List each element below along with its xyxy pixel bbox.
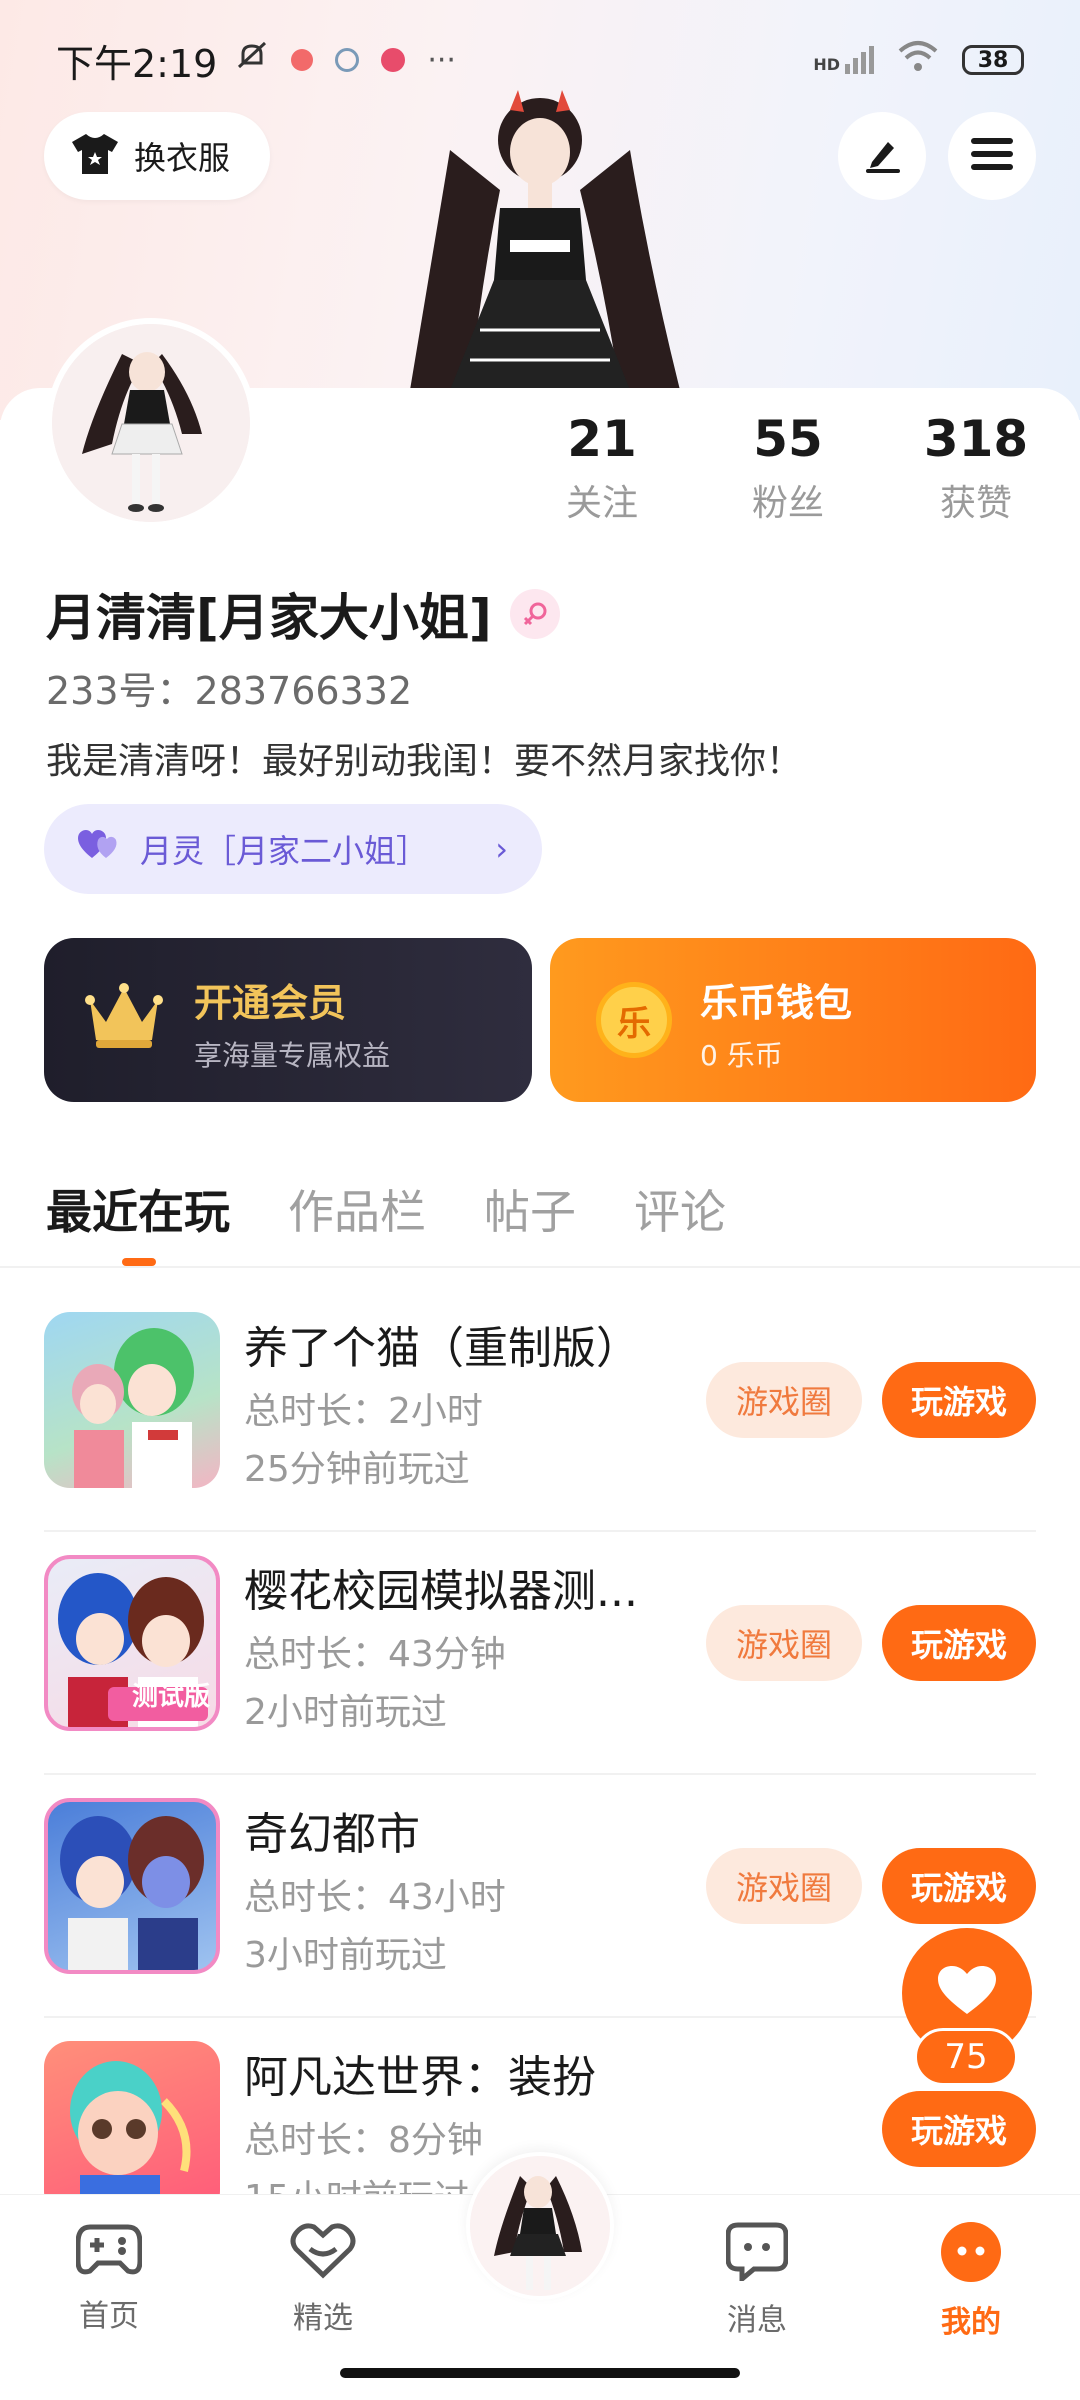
likes-label: 获赞: [939, 483, 1012, 524]
nickname: 月清清[月家大小姐]: [46, 589, 492, 647]
home-indicator: [340, 2368, 740, 2378]
vip-membership-card[interactable]: 开通会员 享海量专属权益: [44, 938, 532, 1102]
game-row[interactable]: 奇幻都市 总时长：43小时 3小时前玩过 游戏圈 玩游戏: [44, 1798, 1036, 2040]
center-avatar-button[interactable]: [466, 2152, 614, 2300]
nav-me-label: 我的: [941, 2305, 1001, 2340]
heart-pair-icon: [78, 830, 122, 868]
game-last-played: 3小时前玩过: [244, 1935, 447, 1976]
row-divider: [44, 1530, 1036, 1532]
change-outfit-label: 换衣服: [134, 139, 231, 177]
battery-icon: 38: [962, 45, 1024, 75]
wallet-balance: 0 乐币: [700, 1039, 783, 1072]
coin-wallet-card[interactable]: 乐 乐币钱包 0 乐币: [550, 938, 1036, 1102]
followers-stat[interactable]: 55 粉丝: [708, 410, 868, 526]
notification-app-icon: [335, 48, 360, 72]
play-game-button[interactable]: 玩游戏: [882, 2091, 1036, 2167]
relation-name: 月灵［月家二小姐］: [140, 832, 429, 870]
play-game-button[interactable]: 玩游戏: [882, 1362, 1036, 1438]
profile-bio: 我是清清呀！最好别动我闺！要不然月家找你！: [46, 741, 803, 782]
following-label: 关注: [565, 483, 638, 524]
game-title: 奇幻都市: [244, 1809, 420, 1860]
game-title: 养了个猫（重制版）: [244, 1323, 640, 1374]
female-gender-icon: [509, 589, 560, 639]
followers-label: 粉丝: [751, 483, 824, 524]
row-divider: [44, 1773, 1036, 1775]
nav-home-label: 首页: [79, 2299, 139, 2334]
avatar-character-figure[interactable]: [390, 90, 690, 390]
game-thumbnail[interactable]: [44, 1312, 220, 1488]
nav-messages[interactable]: 消息: [692, 2221, 822, 2339]
followers-count: 55: [753, 410, 823, 468]
edit-profile-button[interactable]: [838, 112, 926, 200]
game-total-duration: 总时长：43分钟: [244, 1634, 506, 1675]
nav-featured-label: 精选: [293, 2301, 353, 2336]
gamepad-icon: [75, 2221, 143, 2281]
wallet-title: 乐币钱包: [700, 981, 853, 1025]
game-total-duration: 总时长：2小时: [244, 1391, 483, 1432]
game-last-played: 25分钟前玩过: [244, 1449, 470, 1490]
more-notifications-icon: ···: [427, 42, 456, 78]
floating-like-count: 75: [914, 2028, 1018, 2086]
game-total-duration: 总时长：43小时: [244, 1877, 506, 1918]
game-last-played: 2小时前玩过: [244, 1692, 447, 1733]
following-stat[interactable]: 21 关注: [522, 410, 682, 526]
vip-title: 开通会员: [194, 981, 347, 1025]
heart-icon: [938, 1966, 996, 2020]
mute-bell-icon: [235, 38, 269, 82]
following-count: 21: [567, 410, 637, 468]
nickname-row: 月清清[月家大小姐]: [46, 578, 560, 650]
tab-posts[interactable]: 帖子: [484, 1176, 576, 1242]
nav-featured[interactable]: 精选: [258, 2221, 388, 2337]
status-time: 下午2:19: [56, 41, 218, 86]
play-game-button[interactable]: 玩游戏: [882, 1848, 1036, 1924]
game-title: 阿凡达世界：装扮: [244, 2052, 596, 2103]
profile-avatar[interactable]: [46, 318, 256, 528]
hamburger-menu-icon: [971, 136, 1013, 176]
tab-recently-played[interactable]: 最近在玩: [46, 1176, 230, 1242]
vip-subtitle: 享海量专属权益: [194, 1039, 391, 1072]
game-row[interactable]: 养了个猫（重制版） 总时长：2小时 25分钟前玩过 游戏圈 玩游戏: [44, 1312, 1036, 1554]
menu-button[interactable]: [948, 112, 1036, 200]
chat-bubble-icon: [725, 2221, 789, 2285]
tab-comments[interactable]: 评论: [634, 1176, 726, 1242]
nav-me[interactable]: 我的: [906, 2221, 1036, 2341]
chevron-right-icon: ›: [495, 830, 508, 868]
game-thumbnail[interactable]: [44, 1798, 220, 1974]
tabs-divider: [0, 1266, 1080, 1268]
pen-icon: [862, 134, 902, 178]
crown-icon: [84, 982, 164, 1056]
profile-tabs: 最近在玩 作品栏 帖子 评论: [46, 1176, 726, 1242]
game-row[interactable]: 测试版 樱花校园模拟器测... 总时长：43分钟 2小时前玩过 游戏圈 玩游戏: [44, 1555, 1036, 1797]
nav-home[interactable]: 首页: [44, 2221, 174, 2335]
tab-works[interactable]: 作品栏: [288, 1176, 426, 1242]
user-id: 233号：283766332: [46, 669, 413, 713]
likes-stat[interactable]: 318 获赞: [896, 410, 1056, 526]
coin-icon: 乐: [596, 982, 672, 1058]
game-circle-button[interactable]: 游戏圈: [706, 1848, 862, 1924]
heart-badge-icon: [290, 2221, 356, 2283]
game-title: 樱花校园模拟器测...: [244, 1566, 638, 1617]
play-game-button[interactable]: 玩游戏: [882, 1605, 1036, 1681]
signal-icon: HD: [813, 46, 874, 74]
tshirt-icon: [70, 132, 120, 180]
change-outfit-button[interactable]: 换衣服: [44, 112, 270, 200]
active-tab-indicator: [122, 1258, 156, 1266]
game-thumbnail[interactable]: [44, 2041, 220, 2217]
game-total-duration: 总时长：8分钟: [244, 2120, 483, 2161]
likes-count: 318: [923, 410, 1029, 468]
nav-messages-label: 消息: [727, 2303, 787, 2338]
notification-dot-icon: [291, 49, 314, 71]
row-divider: [44, 2016, 1036, 2018]
test-version-badge: 测试版: [131, 1682, 210, 1712]
relation-chip[interactable]: 月灵［月家二小姐］ ›: [44, 804, 542, 894]
wifi-icon: [896, 38, 940, 82]
profile-face-icon: [940, 2221, 1002, 2287]
game-thumbnail[interactable]: 测试版: [44, 1555, 220, 1731]
game-circle-button[interactable]: 游戏圈: [706, 1605, 862, 1681]
game-circle-button[interactable]: 游戏圈: [706, 1362, 862, 1438]
tiktok-notification-icon: [381, 48, 406, 72]
